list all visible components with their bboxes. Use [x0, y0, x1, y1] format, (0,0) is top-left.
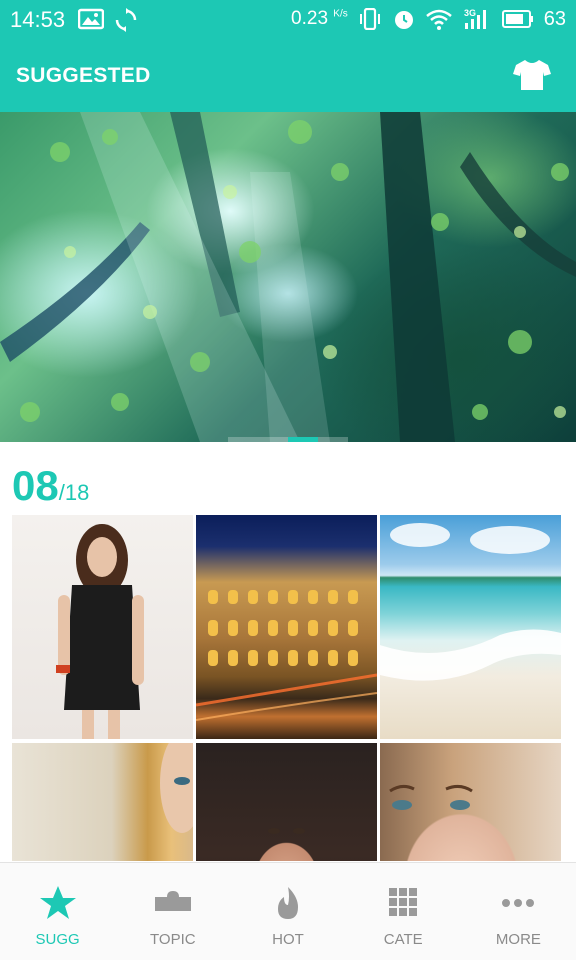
featured-banner[interactable] — [0, 112, 576, 442]
wallpaper-tile-woman-black-dress[interactable] — [12, 515, 193, 739]
wallpaper-tile-dark-hair-woman[interactable] — [196, 743, 377, 861]
nav-label-cate: CATE — [383, 931, 423, 948]
page-title: SUGGESTED — [16, 64, 151, 87]
more-dots-icon — [502, 899, 535, 907]
current-page: 08 — [12, 462, 59, 509]
signal-icon: 3G — [464, 8, 486, 29]
grid-icon — [389, 888, 418, 916]
status-bar: 14:53 0.23 K/s 3G 63 — [0, 0, 576, 38]
battery-level: 63 — [543, 7, 566, 30]
star-icon — [39, 886, 76, 919]
wallpaper-tile-woman-portrait[interactable] — [380, 743, 561, 861]
banner-image — [0, 112, 576, 442]
app-bar: SUGGESTED — [0, 38, 576, 112]
image-icon — [78, 8, 104, 30]
wallpaper-tile-blonde-woman[interactable] — [12, 743, 193, 861]
battery-icon — [501, 10, 533, 28]
wallpaper-tile-beach[interactable] — [380, 515, 561, 739]
nav-label-sugg: SUGG — [35, 931, 80, 948]
bottom-navigation: SUGG TOPIC HOT CATE MORE — [0, 862, 576, 960]
vibrate-icon — [359, 8, 380, 30]
theme-button[interactable] — [512, 58, 552, 92]
nav-label-hot: HOT — [272, 931, 304, 948]
banner-page-indicator — [288, 437, 318, 442]
wallpaper-grid — [12, 515, 564, 861]
alarm-icon — [394, 11, 413, 29]
page-counter: 08/18 — [12, 462, 89, 510]
puzzle-icon — [154, 891, 191, 911]
network-speed: 0.23 — [291, 8, 329, 29]
total-pages: /18 — [58, 480, 90, 505]
nav-label-topic: TOPIC — [150, 931, 196, 948]
nav-item-sugg[interactable]: SUGG — [0, 863, 115, 960]
nav-item-topic[interactable]: TOPIC — [115, 863, 230, 960]
flame-icon — [278, 887, 298, 919]
wallpaper-tile-colosseum[interactable] — [196, 515, 377, 739]
nav-item-cate[interactable]: CATE — [346, 863, 461, 960]
wifi-icon — [425, 9, 452, 30]
nav-item-hot[interactable]: HOT — [230, 863, 345, 960]
status-time: 14:53 — [10, 7, 66, 32]
nav-item-more[interactable]: MORE — [461, 863, 576, 960]
tshirt-icon — [513, 60, 551, 90]
sync-icon — [115, 8, 137, 32]
network-speed-unit: K/s — [333, 8, 348, 20]
nav-label-more: MORE — [495, 931, 541, 948]
network-type: 3G — [464, 8, 476, 18]
